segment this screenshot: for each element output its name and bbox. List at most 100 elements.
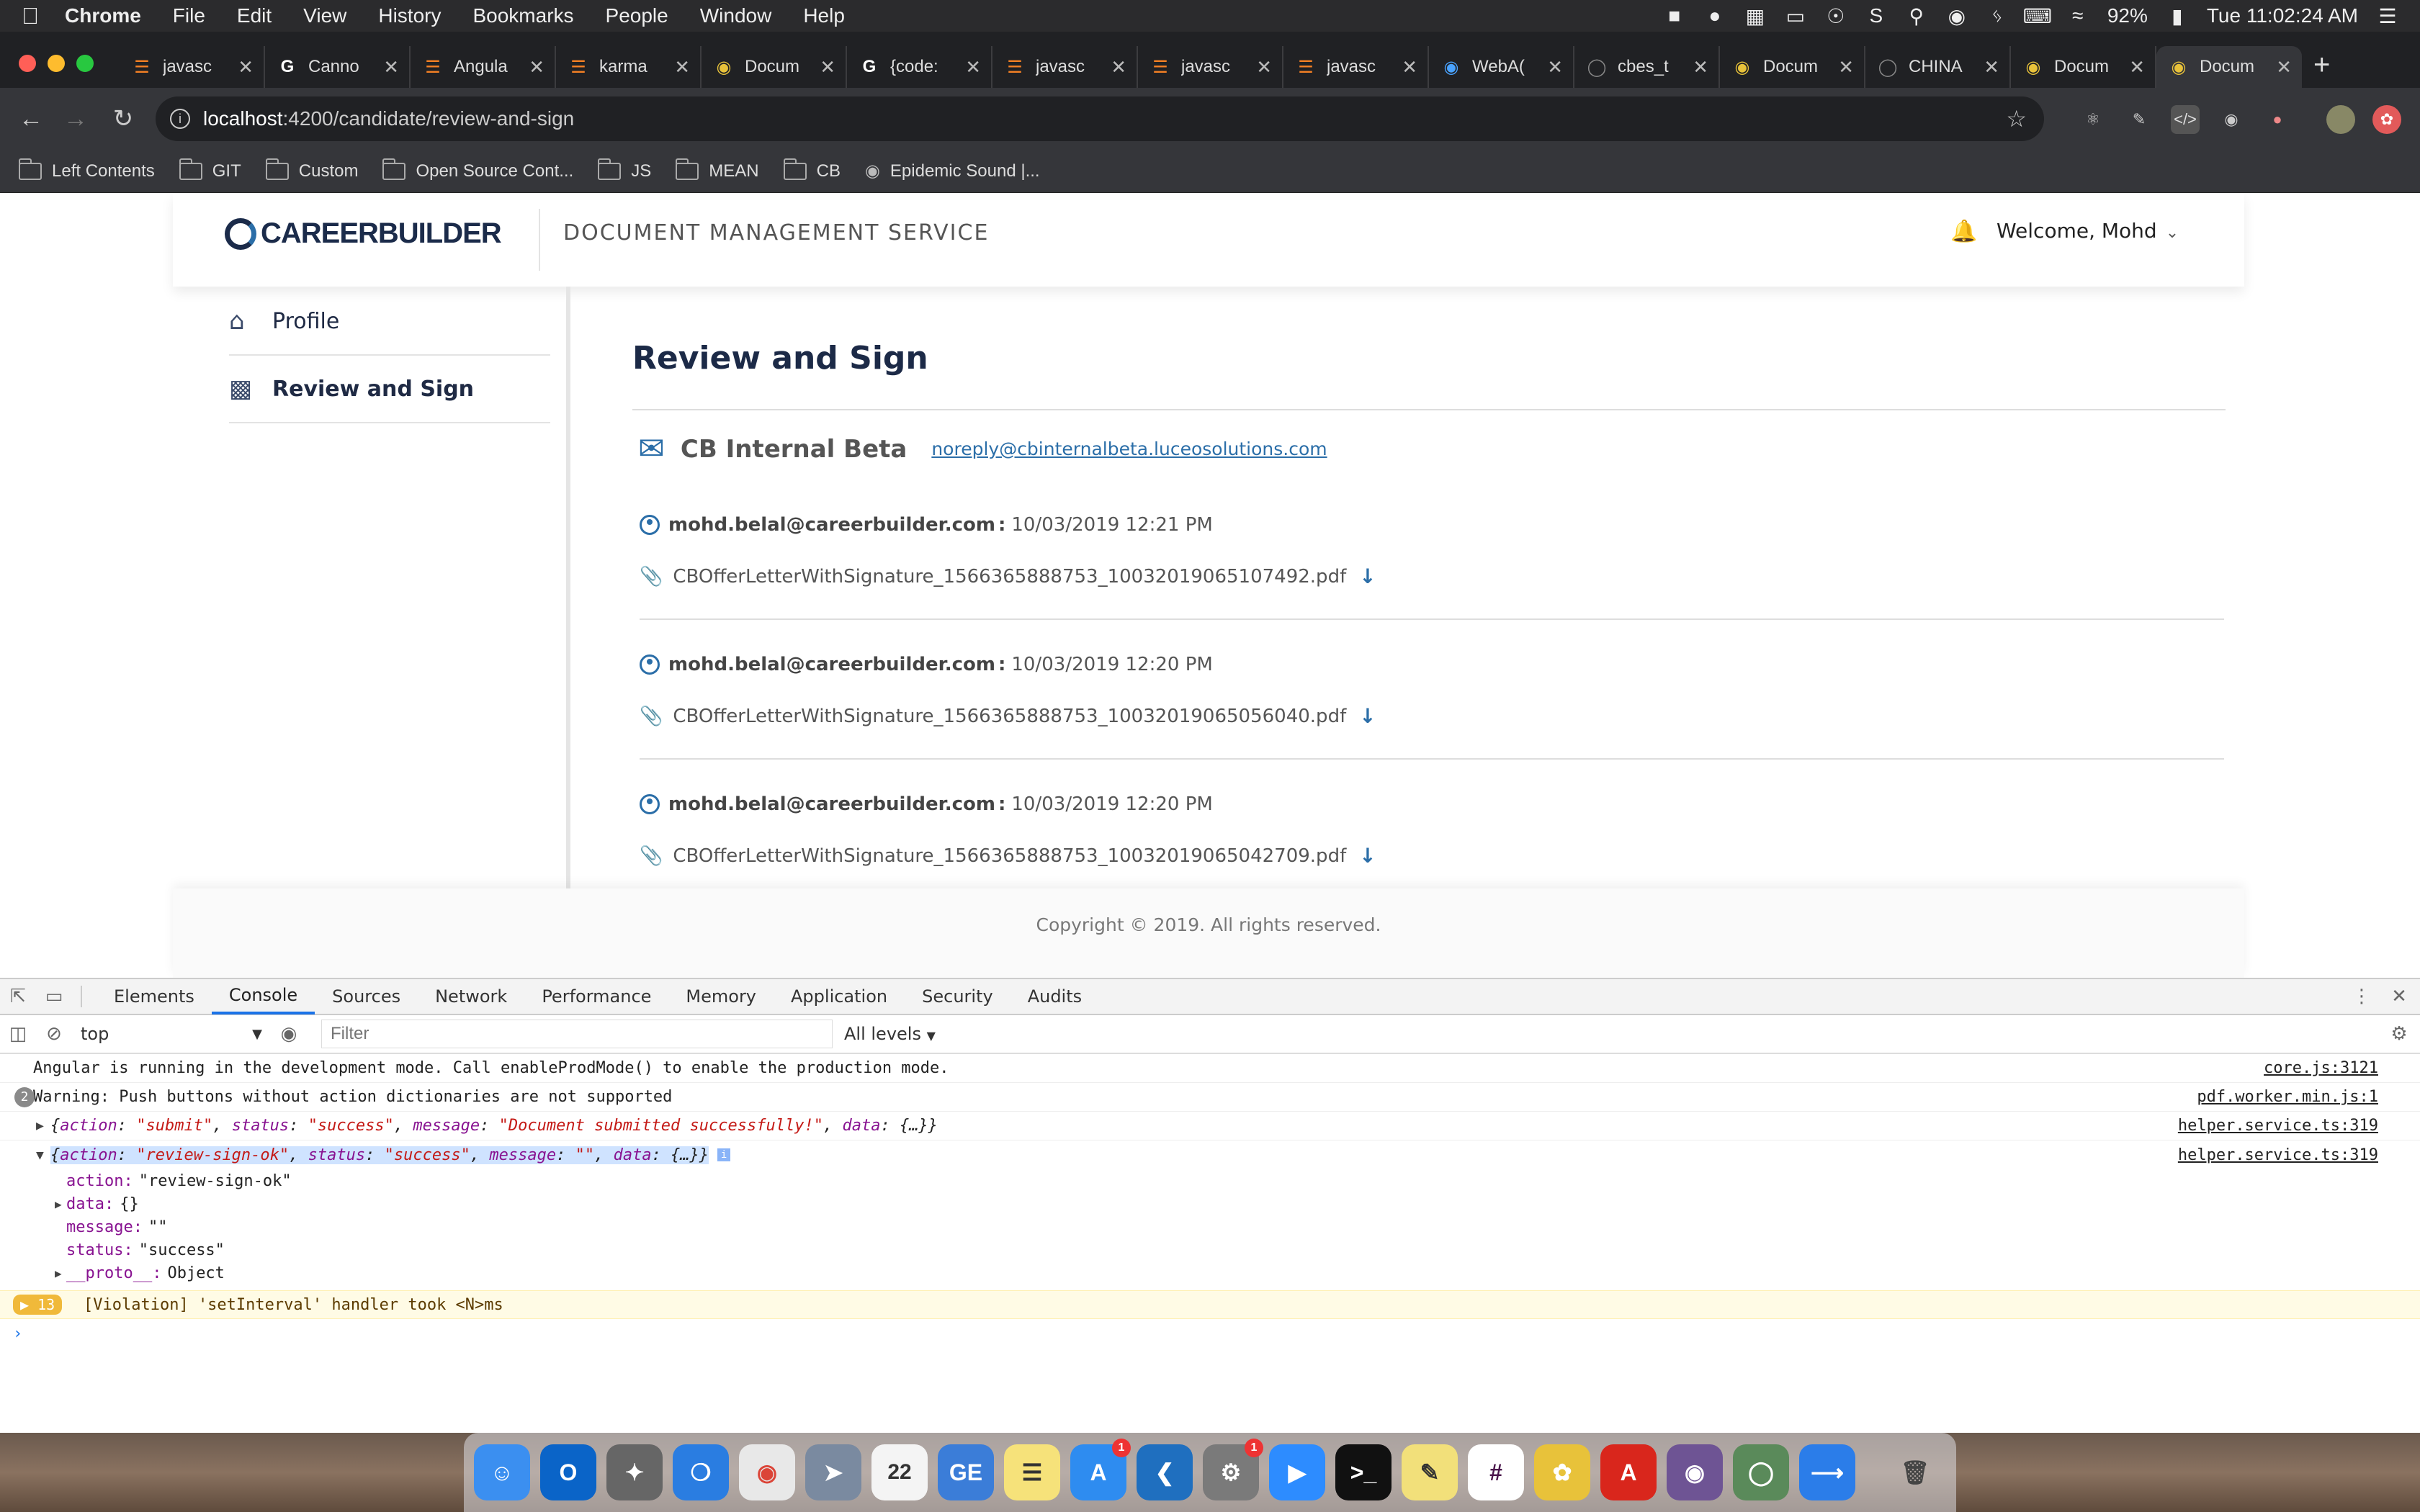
browser-tab-active[interactable]: ◉ Docum ✕	[2156, 46, 2302, 88]
zoom-window-button[interactable]	[76, 55, 94, 72]
browser-tab[interactable]: ◉ Docum ✕	[702, 46, 847, 88]
gmail-icon[interactable]: GE	[938, 1444, 994, 1500]
tab-memory[interactable]: Memory	[668, 978, 774, 1014]
object-property[interactable]: ▶ __proto__: Object	[0, 1261, 2420, 1284]
browser-tab[interactable]: ◉ Docum ✕	[1720, 46, 1865, 88]
expand-triangle-icon[interactable]: ▶	[55, 1266, 62, 1280]
user-menu[interactable]: Welcome, Mohd ⌄	[1996, 219, 2179, 243]
menu-edit[interactable]: Edit	[237, 4, 272, 27]
slack-icon[interactable]: #	[1468, 1444, 1524, 1500]
mail-bird-icon[interactable]: ➤	[805, 1444, 861, 1500]
careerbuilder-logo[interactable]: CAREERBUILDER	[225, 217, 502, 250]
bookmark-folder[interactable]: Open Source Cont...	[382, 158, 573, 181]
acrobat-icon[interactable]: A	[1600, 1444, 1657, 1500]
sidebar-item-review-and-sign[interactable]: ▩ Review and Sign	[229, 356, 550, 423]
back-button[interactable]: ←	[14, 102, 48, 135]
siri-icon[interactable]: ◉	[1946, 5, 1968, 27]
close-tab-icon[interactable]: ✕	[820, 56, 835, 78]
console-filter-input[interactable]	[321, 1020, 833, 1048]
browser-tab[interactable]: ◯ CHINA ✕	[1865, 46, 2011, 88]
console-object-line-expanded[interactable]: ▼ {action: "review-sign-ok", status: "su…	[0, 1140, 2420, 1169]
browser-tab[interactable]: ◉ WebA(✕	[1429, 46, 1574, 88]
source-link[interactable]: core.js:3121	[2264, 1059, 2378, 1077]
menu-window[interactable]: Window	[700, 4, 772, 27]
bookmark-folder[interactable]: JS	[598, 158, 651, 181]
vscode-icon[interactable]: ❮	[1137, 1444, 1193, 1500]
bookmark-folder[interactable]: CB	[783, 158, 841, 181]
bookmark-star-icon[interactable]: ☆	[2006, 105, 2027, 132]
s-app-icon[interactable]: S	[1865, 4, 1887, 27]
close-tab-icon[interactable]: ✕	[1693, 56, 1708, 78]
spotlight-app-icon[interactable]: ☉	[1825, 5, 1847, 27]
remote-desktop-icon[interactable]: ⟶	[1799, 1444, 1855, 1500]
download-icon[interactable]: ↓	[1359, 564, 1376, 588]
search-icon[interactable]: ⚲	[1906, 5, 1927, 27]
trash-icon[interactable]: 🗑	[1887, 1444, 1943, 1500]
menu-bookmarks[interactable]: Bookmarks	[472, 4, 573, 27]
context-select[interactable]: top ▼	[72, 1020, 271, 1048]
notes-icon[interactable]: ☰	[1004, 1444, 1060, 1500]
zoom-status-icon[interactable]: ■	[1664, 4, 1685, 27]
browser-tab[interactable]: ◯ cbes_t ✕	[1574, 46, 1720, 88]
apple-icon[interactable]: 	[22, 3, 65, 30]
eye-icon[interactable]: ◉	[271, 1016, 307, 1052]
new-tab-button[interactable]: +	[2313, 49, 2330, 81]
close-tab-icon[interactable]: ✕	[1984, 56, 1999, 78]
console-prompt[interactable]: ›	[0, 1319, 2420, 1348]
download-icon[interactable]: ↓	[1359, 704, 1376, 728]
browser-tab[interactable]: ☰ javasc ✕	[1138, 46, 1283, 88]
browser-tab[interactable]: G {code: ✕	[847, 46, 992, 88]
update-icon[interactable]: ✿	[2372, 105, 2401, 134]
close-tab-icon[interactable]: ✕	[1402, 56, 1417, 78]
browser-tab[interactable]: ◉ Docum ✕	[2011, 46, 2156, 88]
close-tab-icon[interactable]: ✕	[965, 56, 981, 78]
tab-application[interactable]: Application	[774, 978, 905, 1014]
browser-tab[interactable]: G Canno ✕	[265, 46, 411, 88]
bookmark-folder[interactable]: Custom	[265, 158, 358, 181]
close-tab-icon[interactable]: ✕	[1547, 56, 1563, 78]
download-icon[interactable]: ↓	[1359, 844, 1376, 868]
inspect-element-icon[interactable]: ⇱	[0, 978, 36, 1014]
file-name[interactable]: CBOfferLetterWithSignature_1566365888753…	[673, 845, 1346, 867]
mindmap-icon[interactable]: ✿	[1534, 1444, 1590, 1500]
safari-icon[interactable]: ❍	[673, 1444, 729, 1500]
file-name[interactable]: CBOfferLetterWithSignature_1566365888753…	[673, 706, 1346, 727]
close-tab-icon[interactable]: ✕	[383, 56, 399, 78]
app-store-icon[interactable]: A1	[1070, 1439, 1131, 1500]
colorpicker-ext-icon[interactable]: ✎	[2125, 105, 2154, 134]
bookmark-folder[interactable]: Left Contents	[19, 158, 155, 181]
minimize-window-button[interactable]	[48, 55, 65, 72]
close-tab-icon[interactable]: ✕	[1838, 56, 1854, 78]
menu-people[interactable]: People	[606, 4, 668, 27]
bookmark-link[interactable]: ◉ Epidemic Sound |...	[865, 161, 1040, 181]
clock[interactable]: Tue 11:02:24 AM	[2207, 4, 2358, 27]
system-preferences-icon[interactable]: ⚙ 1	[1203, 1439, 1263, 1500]
reload-button[interactable]: ↻	[107, 102, 140, 135]
log-levels-select[interactable]: All levels ▼	[844, 1024, 936, 1044]
notification-center-icon[interactable]: ☰	[2377, 5, 2398, 27]
sender-email-link[interactable]: noreply@cbinternalbeta.luceosolutions.co…	[931, 438, 1327, 459]
menu-help[interactable]: Help	[803, 4, 845, 27]
finder-icon[interactable]: ☺	[474, 1444, 530, 1500]
menu-file[interactable]: File	[173, 4, 205, 27]
close-window-button[interactable]	[19, 55, 36, 72]
globe-status-icon[interactable]: ●	[1704, 4, 1726, 27]
close-tab-icon[interactable]: ✕	[238, 56, 254, 78]
bell-icon[interactable]: 🔔	[1950, 219, 1977, 244]
file-name[interactable]: CBOfferLetterWithSignature_1566365888753…	[673, 566, 1346, 588]
browser-tab[interactable]: ☰ javasc ✕	[1283, 46, 1429, 88]
expand-triangle-icon[interactable]: ▶	[55, 1197, 62, 1211]
color-ext-icon[interactable]: ●	[2263, 105, 2292, 134]
close-tab-icon[interactable]: ✕	[529, 56, 544, 78]
tab-performance[interactable]: Performance	[524, 978, 668, 1014]
close-tab-icon[interactable]: ✕	[674, 56, 690, 78]
source-link[interactable]: helper.service.ts:319	[2178, 1117, 2378, 1135]
network-globe-icon[interactable]: ◯	[1733, 1444, 1789, 1500]
tab-audits[interactable]: Audits	[1010, 978, 1099, 1014]
zoom-icon[interactable]: ▶	[1269, 1444, 1325, 1500]
close-tab-icon[interactable]: ✕	[1111, 56, 1126, 78]
browser-tab[interactable]: ☰ javasc ✕	[120, 46, 265, 88]
tab-elements[interactable]: Elements	[97, 978, 212, 1014]
close-tab-icon[interactable]: ✕	[1256, 56, 1272, 78]
chrome-icon[interactable]: ◉	[739, 1444, 795, 1500]
